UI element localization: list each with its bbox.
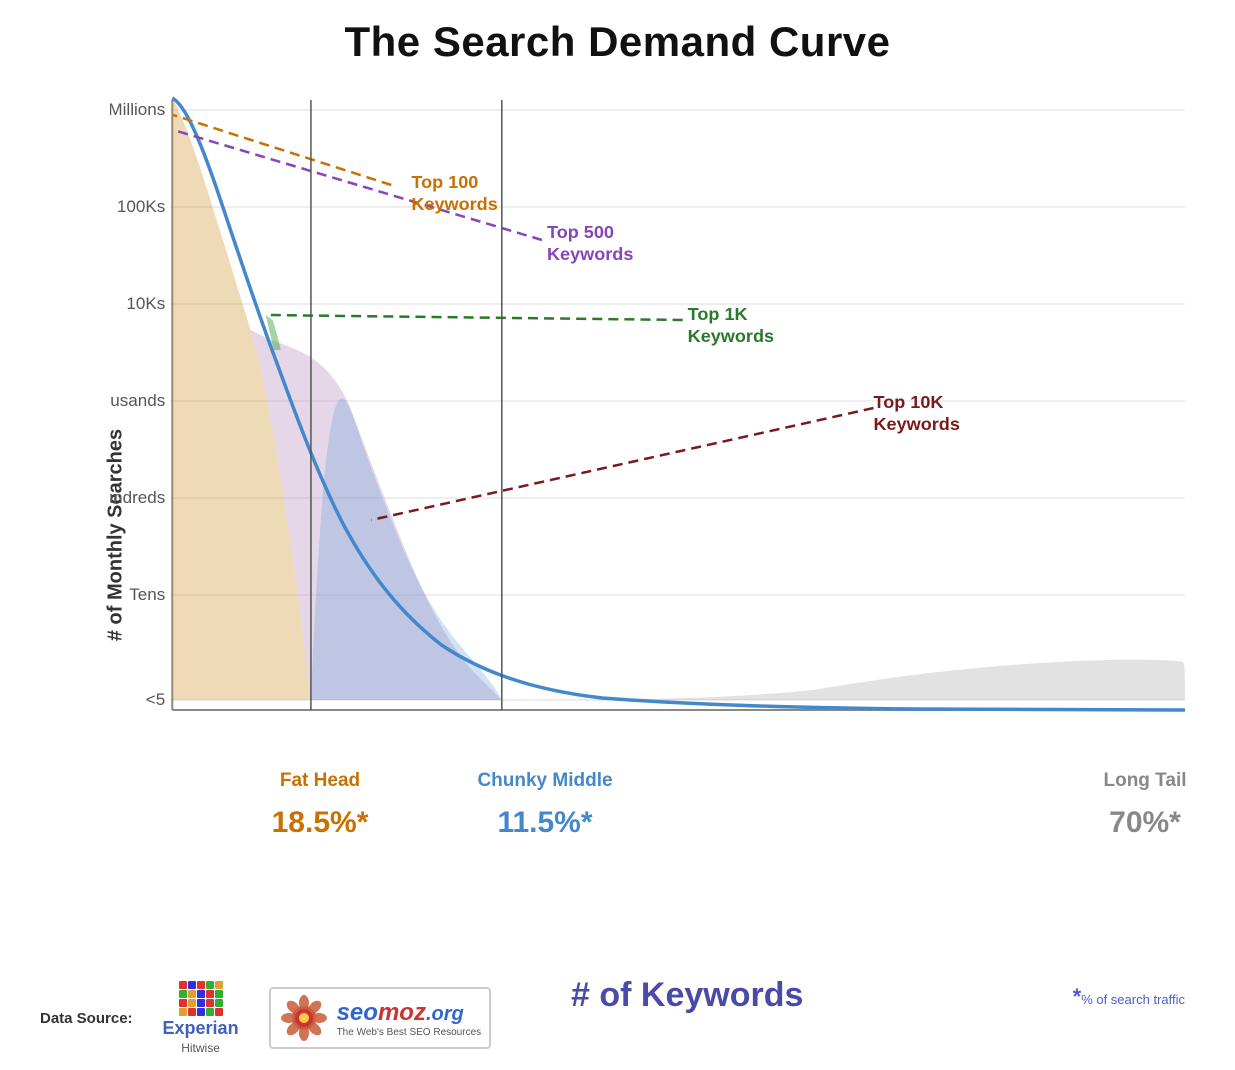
svg-text:Keywords: Keywords [688, 326, 774, 346]
svg-text:<5: <5 [146, 690, 165, 709]
experian-sub: Hitwise [181, 1041, 220, 1055]
svg-text:10Ks: 10Ks [126, 294, 165, 313]
svg-text:Keywords: Keywords [874, 414, 960, 434]
svg-text:Keywords: Keywords [547, 244, 633, 264]
svg-text:Thousands: Thousands [110, 391, 165, 410]
svg-text:Hundreds: Hundreds [110, 488, 165, 507]
chunky-middle-pct: 11.5%* [435, 806, 655, 840]
svg-text:Top 500: Top 500 [547, 222, 614, 242]
experian-grid [179, 981, 223, 1016]
footer: Data Source: Experian Hitwise [40, 981, 1195, 1055]
seomoz-logo: seomoz.org The Web's Best SEO Resources [269, 987, 492, 1049]
fat-head-label: Fat Head [225, 770, 415, 792]
seomoz-tagline: The Web's Best SEO Resources [337, 1027, 482, 1038]
svg-text:Millions: Millions [110, 100, 165, 119]
seomoz-name: seomoz.org [337, 999, 482, 1027]
data-source-label: Data Source: [40, 1010, 133, 1027]
experian-logo: Experian Hitwise [163, 981, 239, 1055]
long-tail-label: Long Tail [995, 770, 1235, 792]
chunky-middle-label: Chunky Middle [435, 770, 655, 792]
svg-text:Top 100: Top 100 [411, 172, 478, 192]
svg-text:Keywords: Keywords [411, 194, 497, 214]
fat-head-pct: 18.5%* [225, 806, 415, 840]
experian-name: Experian [163, 1018, 239, 1039]
svg-text:Top 10K: Top 10K [874, 392, 944, 412]
seomoz-icon [279, 993, 329, 1043]
page-title: The Search Demand Curve [0, 0, 1235, 66]
svg-text:100Ks: 100Ks [117, 197, 165, 216]
long-tail-pct: 70%* [995, 806, 1235, 840]
svg-text:Top 1K: Top 1K [688, 304, 748, 324]
chart-svg: Millions 100Ks 10Ks Thousands Hundreds T… [110, 80, 1195, 760]
svg-text:Tens: Tens [129, 585, 165, 604]
